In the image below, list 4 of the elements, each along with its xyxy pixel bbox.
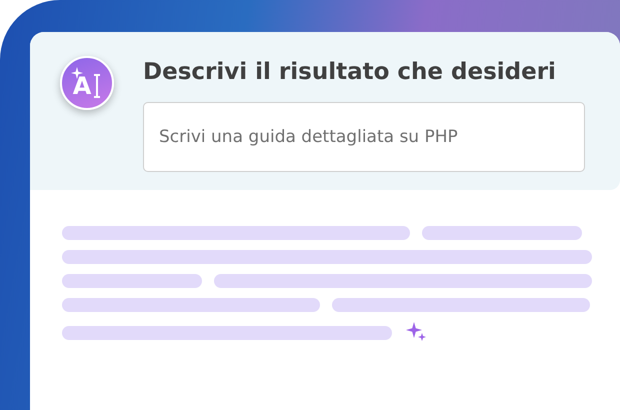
prompt-input-field[interactable]: Scrivi una guida dettagliata su PHP [143, 102, 585, 172]
prompt-title: Descrivi il risultato che desideri [143, 58, 557, 87]
badge-letter: A [72, 74, 92, 98]
text-cursor-icon [93, 74, 102, 98]
